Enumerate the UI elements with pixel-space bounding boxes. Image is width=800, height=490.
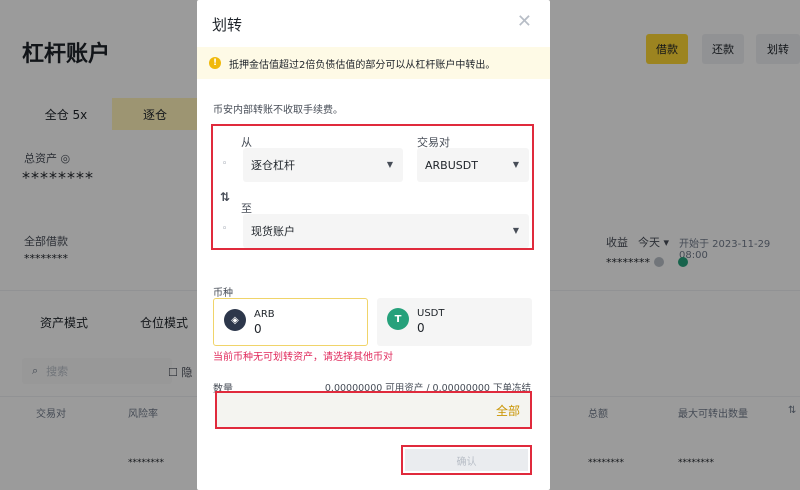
notice-text: 抵押金估值超过2倍负债估值的部分可以从杠杆账户中转出。 bbox=[229, 59, 496, 71]
from-account-value: 逐仓杠杆 bbox=[251, 159, 295, 172]
coin-amount: 0 bbox=[254, 322, 262, 336]
to-dot-icon: ◦ bbox=[222, 224, 228, 234]
confirm-button[interactable]: 确认 bbox=[405, 449, 528, 471]
confirm-button-wrap: 确认 bbox=[401, 445, 532, 475]
error-message: 当前币种无可划转资产，请选择其他币对 bbox=[213, 352, 393, 363]
quantity-field: 全部 bbox=[215, 391, 532, 429]
warning-icon: ! bbox=[209, 57, 221, 69]
caret-down-icon: ▼ bbox=[386, 160, 393, 169]
to-account-select[interactable]: 现货账户 ▼ bbox=[243, 214, 529, 248]
max-all-button[interactable]: 全部 bbox=[496, 402, 520, 419]
from-dot-icon: ◦ bbox=[222, 159, 228, 169]
from-account-select[interactable]: 逐仓杠杆 ▼ bbox=[243, 148, 403, 182]
swap-direction-icon[interactable]: ⇅ bbox=[220, 190, 230, 204]
coin-label: 币种 bbox=[213, 288, 233, 299]
quantity-input[interactable] bbox=[223, 399, 483, 423]
arb-coin-icon: ◈ bbox=[224, 309, 246, 331]
modal-title: 划转 bbox=[212, 16, 243, 34]
close-icon[interactable]: ✕ bbox=[517, 11, 532, 32]
coin-amount: 0 bbox=[417, 321, 425, 335]
usdt-coin-icon: T bbox=[387, 308, 409, 330]
coin-name: ARB bbox=[254, 309, 275, 320]
fee-note: 币安内部转账不收取手续费。 bbox=[213, 105, 343, 116]
transfer-modal: 划转 ✕ ! 抵押金估值超过2倍负债估值的部分可以从杠杆账户中转出。 币安内部转… bbox=[197, 0, 550, 490]
to-account-value: 现货账户 bbox=[251, 225, 295, 238]
coin-option-usdt[interactable]: T USDT 0 bbox=[377, 298, 532, 346]
pair-select[interactable]: ARBUSDT ▼ bbox=[417, 148, 529, 182]
caret-down-icon: ▼ bbox=[512, 226, 519, 235]
caret-down-icon: ▼ bbox=[512, 160, 519, 169]
notice-banner: ! 抵押金估值超过2倍负债估值的部分可以从杠杆账户中转出。 bbox=[197, 47, 550, 79]
pair-value: ARBUSDT bbox=[425, 158, 478, 172]
coin-option-arb[interactable]: ◈ ARB 0 bbox=[213, 298, 368, 346]
coin-name: USDT bbox=[417, 308, 445, 319]
transfer-direction-box: 从 交易对 ◦ 逐仓杠杆 ▼ ARBUSDT ▼ ⇅ 至 ◦ 现货账户 ▼ bbox=[211, 124, 534, 250]
